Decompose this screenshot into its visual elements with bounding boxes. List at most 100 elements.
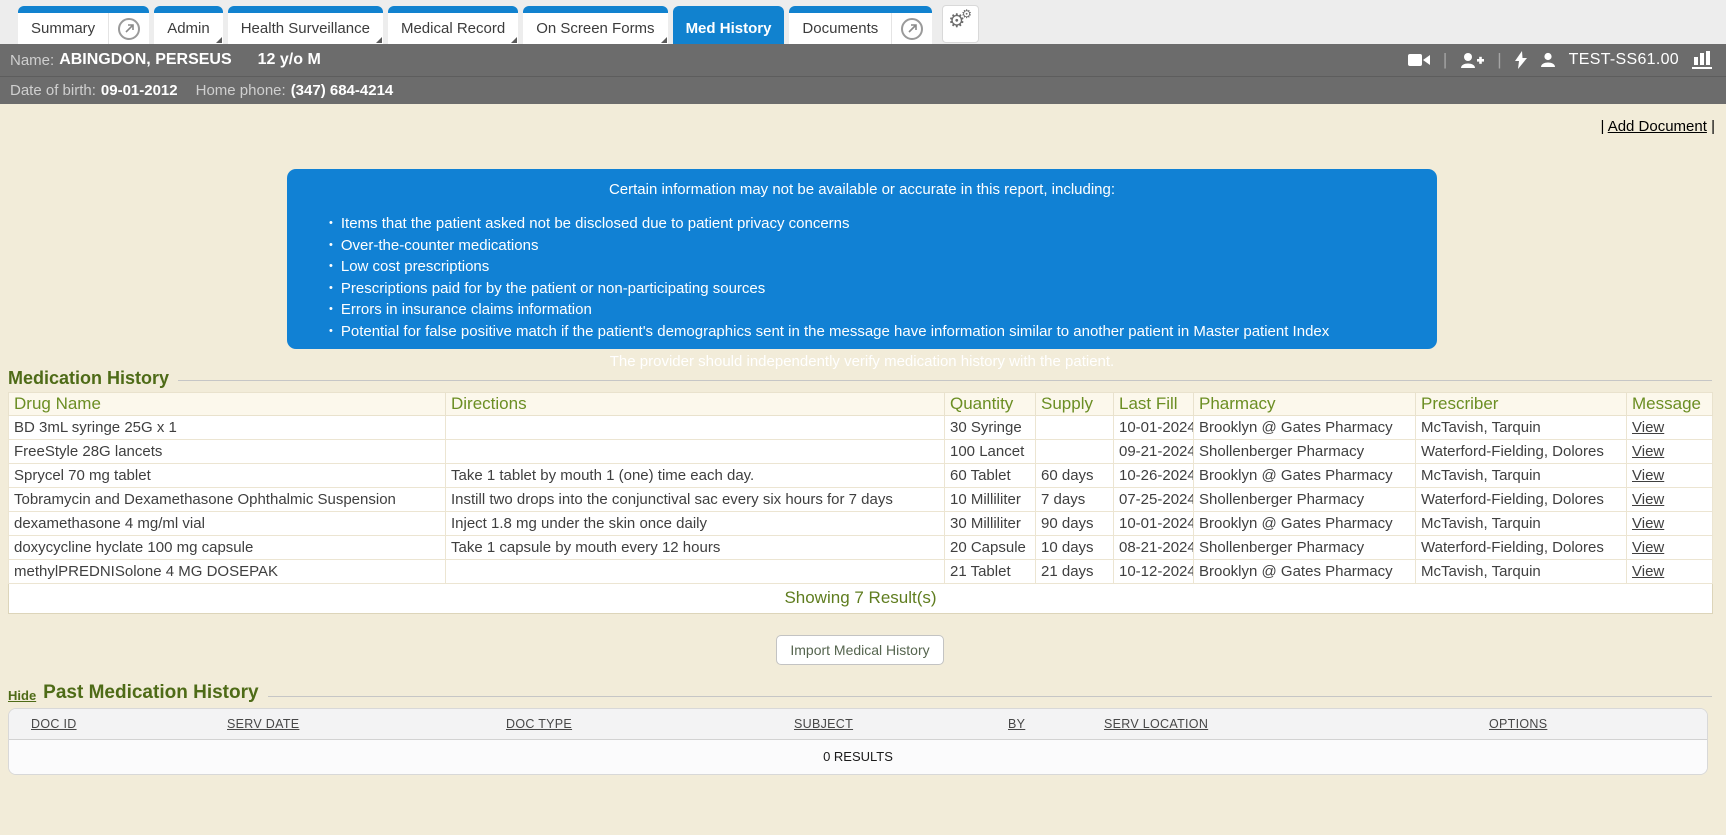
past-medication-history-table: DOC ID SERV DATE DOC TYPE SUBJECT BY SERV LOC… <box>8 708 1708 775</box>
medication-row: dexamethasone 4 mg/ml vialInject 1.8 mg … <box>9 512 1713 536</box>
bar-chart-icon[interactable] <box>1692 51 1712 69</box>
cell-message: View <box>1627 488 1713 512</box>
column-header-supply: Supply <box>1036 393 1114 416</box>
cell-supply: 7 days <box>1036 488 1114 512</box>
past-column-sort-serv-date[interactable]: SERV DATE <box>227 717 299 731</box>
dob-label: Date of birth: <box>10 82 96 99</box>
cell-quantity: 100 Lancet <box>945 440 1036 464</box>
past-column-sort-by[interactable]: BY <box>1008 717 1025 731</box>
cell-quantity: 30 Syringe <box>945 416 1036 440</box>
past-column-sort-doc-id[interactable]: DOC ID <box>31 717 77 731</box>
cell-last-fill: 10-12-2024 <box>1114 560 1194 584</box>
tab-admin[interactable]: Admin <box>154 6 223 44</box>
column-header-prescriber: Prescriber <box>1416 393 1627 416</box>
gear-small-icon: ⚙ <box>961 7 972 21</box>
medication-history-table: Drug NameDirectionsQuantitySupplyLast Fi… <box>8 392 1713 614</box>
disclaimer-notice: Certain information may not be available… <box>287 169 1437 349</box>
popout-arrow-icon <box>901 18 923 40</box>
view-message-link[interactable]: View <box>1632 491 1664 508</box>
notice-bullet: Over-the-counter medications <box>329 236 1419 258</box>
cell-quantity: 21 Tablet <box>945 560 1036 584</box>
past-column-sort-options[interactable]: OPTIONS <box>1489 717 1547 731</box>
hide-link[interactable]: Hide <box>8 688 36 703</box>
past-column-sort-doc-type[interactable]: DOC TYPE <box>506 717 572 731</box>
workstation-name: TEST-SS61.00 <box>1569 51 1679 69</box>
cell-quantity: 60 Tablet <box>945 464 1036 488</box>
cell-pharmacy: Brooklyn @ Gates Pharmacy <box>1194 416 1416 440</box>
cell-prescriber: Waterford-Fielding, Dolores <box>1416 536 1627 560</box>
notice-bullet: Low cost prescriptions <box>329 257 1419 279</box>
view-message-link[interactable]: View <box>1632 443 1664 460</box>
dropdown-corner-icon <box>511 37 517 43</box>
cell-drug-name: Sprycel 70 mg tablet <box>9 464 446 488</box>
lightning-icon[interactable] <box>1515 51 1527 69</box>
table-header-row: Drug NameDirectionsQuantitySupplyLast Fi… <box>9 393 1713 416</box>
cell-supply <box>1036 440 1114 464</box>
cell-message: View <box>1627 512 1713 536</box>
settings-button[interactable]: ⚙ ⚙ <box>942 5 979 43</box>
column-header-directions: Directions <box>446 393 945 416</box>
video-camera-icon[interactable] <box>1408 52 1430 68</box>
tab-popout-button[interactable] <box>108 13 149 44</box>
cell-message: View <box>1627 536 1713 560</box>
tab-on-screen-forms[interactable]: On Screen Forms <box>523 6 667 44</box>
tab-summary[interactable]: Summary <box>18 6 149 44</box>
cell-directions: Take 1 tablet by mouth 1 (one) time each… <box>446 464 945 488</box>
user-icon[interactable] <box>1540 52 1556 68</box>
cell-supply <box>1036 416 1114 440</box>
column-header-last-fill: Last Fill <box>1114 393 1194 416</box>
medication-row: Sprycel 70 mg tabletTake 1 tablet by mou… <box>9 464 1713 488</box>
cell-last-fill: 10-01-2024 <box>1114 512 1194 536</box>
cell-drug-name: methylPREDNISolone 4 MG DOSEPAK <box>9 560 446 584</box>
medication-row: Tobramycin and Dexamethasone Ophthalmic … <box>9 488 1713 512</box>
cell-prescriber: Waterford-Fielding, Dolores <box>1416 488 1627 512</box>
add-document-row: | Add Document | <box>1600 118 1715 135</box>
cell-pharmacy: Shollenberger Pharmacy <box>1194 488 1416 512</box>
past-medication-history-header: Hide Past Medication History <box>8 682 1712 704</box>
patient-banner: Name: ABINGDON, PERSEUS 12 y/o M | | TES… <box>0 44 1726 77</box>
column-header-message: Message <box>1627 393 1713 416</box>
view-message-link[interactable]: View <box>1632 467 1664 484</box>
tab-bar: SummaryAdminHealth SurveillanceMedical R… <box>0 0 1726 44</box>
cell-pharmacy: Shollenberger Pharmacy <box>1194 440 1416 464</box>
past-column-sort-subject[interactable]: SUBJECT <box>794 717 853 731</box>
past-table-empty-row: 0 RESULTS <box>9 740 1707 774</box>
past-column-sort-serv-location[interactable]: SERV LOCATION <box>1104 717 1208 731</box>
notice-bullet-list: Items that the patient asked not be disc… <box>329 214 1419 343</box>
view-message-link[interactable]: View <box>1632 563 1664 580</box>
add-document-link[interactable]: Add Document <box>1608 118 1707 135</box>
divider: | <box>1443 50 1447 70</box>
cell-prescriber: McTavish, Tarquin <box>1416 560 1627 584</box>
cell-drug-name: FreeStyle 28G lancets <box>9 440 446 464</box>
patient-banner-row2: Date of birth: 09-01-2012 Home phone: (3… <box>0 77 1726 104</box>
tab-documents[interactable]: Documents <box>789 6 932 44</box>
cell-quantity: 20 Capsule <box>945 536 1036 560</box>
view-message-link[interactable]: View <box>1632 539 1664 556</box>
medication-row: BD 3mL syringe 25G x 130 Syringe10-01-20… <box>9 416 1713 440</box>
medication-row: doxycycline hyclate 100 mg capsuleTake 1… <box>9 536 1713 560</box>
add-user-icon[interactable] <box>1460 52 1484 69</box>
import-medical-history-button[interactable]: Import Medical History <box>776 635 943 665</box>
cell-directions <box>446 440 945 464</box>
past-medication-history-title: Past Medication History <box>43 682 258 704</box>
cell-message: View <box>1627 416 1713 440</box>
notice-bullet: Potential for false positive match if th… <box>329 322 1419 344</box>
past-table-header-row: DOC ID SERV DATE DOC TYPE SUBJECT BY SERV LOC… <box>9 709 1707 740</box>
tab-health-surveillance[interactable]: Health Surveillance <box>228 6 383 44</box>
tab-medical-record[interactable]: Medical Record <box>388 6 518 44</box>
cell-pharmacy: Shollenberger Pharmacy <box>1194 536 1416 560</box>
cell-pharmacy: Brooklyn @ Gates Pharmacy <box>1194 464 1416 488</box>
cell-quantity: 10 Milliliter <box>945 488 1036 512</box>
phone-label: Home phone: <box>196 82 286 99</box>
patient-phone: (347) 684-4214 <box>291 82 394 99</box>
column-header-quantity: Quantity <box>945 393 1036 416</box>
view-message-link[interactable]: View <box>1632 515 1664 532</box>
cell-prescriber: Waterford-Fielding, Dolores <box>1416 440 1627 464</box>
view-message-link[interactable]: View <box>1632 419 1664 436</box>
cell-drug-name: doxycycline hyclate 100 mg capsule <box>9 536 446 560</box>
tab-popout-button[interactable] <box>891 13 932 44</box>
cell-drug-name: dexamethasone 4 mg/ml vial <box>9 512 446 536</box>
cell-prescriber: McTavish, Tarquin <box>1416 512 1627 536</box>
tab-med-history[interactable]: Med History <box>673 6 785 44</box>
dropdown-corner-icon <box>216 37 222 43</box>
